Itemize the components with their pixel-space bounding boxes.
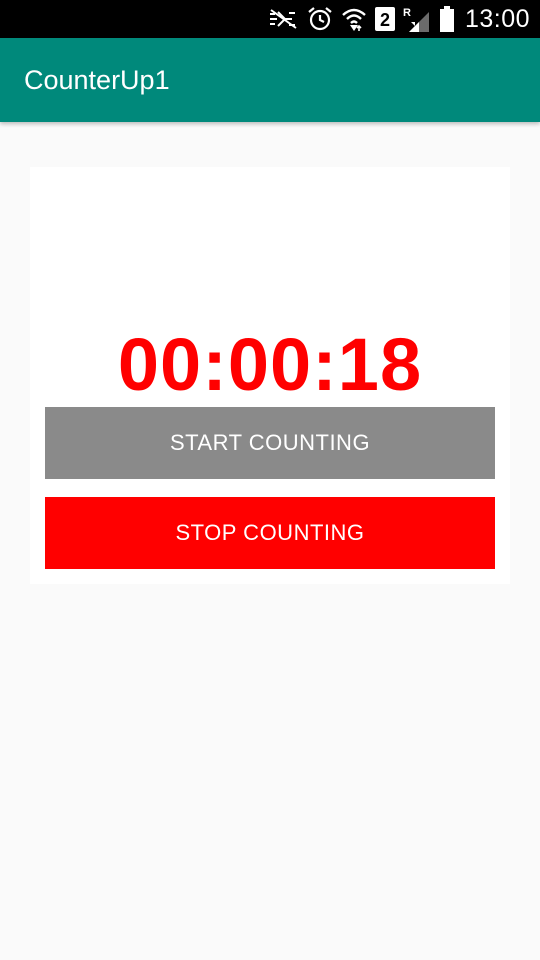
svg-text:R: R: [403, 7, 411, 19]
battery-icon: [439, 6, 455, 32]
app-bar: CounterUp1: [0, 38, 540, 122]
start-counting-button[interactable]: START COUNTING: [45, 407, 495, 479]
svg-text:2: 2: [380, 10, 390, 30]
mute-icon: [267, 7, 299, 31]
stop-counting-button[interactable]: STOP COUNTING: [45, 497, 495, 569]
status-icons: 2 R: [267, 6, 455, 32]
app-title: CounterUp1: [24, 64, 170, 95]
sim-2-icon: 2: [374, 7, 395, 31]
alarm-icon: [307, 6, 333, 32]
wifi-icon: [341, 6, 367, 32]
counter-card: 00:00:18 START COUNTING STOP COUNTING: [30, 167, 510, 584]
clock-time: 13:00: [464, 4, 530, 33]
counter-display: 00:00:18: [117, 323, 423, 406]
status-bar: 2 R 13:00: [0, 0, 540, 38]
signal-icon: R: [403, 6, 431, 32]
